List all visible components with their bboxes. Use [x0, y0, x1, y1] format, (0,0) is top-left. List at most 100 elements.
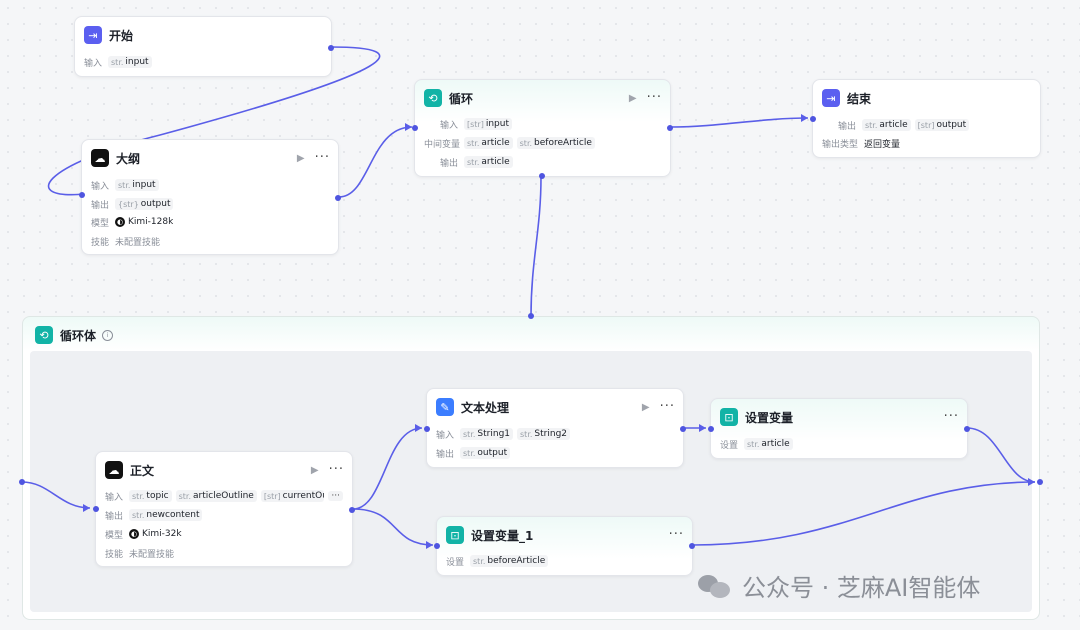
- info-icon[interactable]: i: [102, 329, 114, 341]
- node-loop[interactable]: ⟲ 循环 ▶ ··· 输入 [str] input 中间变量 str. articl…: [412, 79, 673, 179]
- input-label: 输入: [91, 181, 110, 192]
- model-name: Kimi-128k: [128, 217, 174, 227]
- output-port[interactable]: [328, 45, 334, 51]
- set-variable-icon: ⊡: [446, 526, 464, 544]
- node-title: 循环: [449, 91, 474, 106]
- param-pill: [str] input: [464, 118, 512, 130]
- output-port[interactable]: [680, 426, 686, 432]
- input-port[interactable]: [810, 116, 816, 122]
- node-body[interactable]: ☁ 正文 ▶ ··· 输入 str. topic str. articleOutli…: [93, 451, 355, 567]
- input-label: 输入: [105, 492, 124, 503]
- node-title: 结束: [847, 91, 872, 106]
- node-text-process[interactable]: ✎ 文本处理 ▶ ··· 输入 str. String1 str. String2 …: [424, 388, 686, 468]
- output-port[interactable]: [964, 426, 970, 432]
- node-title: 设置变量_1: [471, 528, 534, 543]
- model-icon: ☁: [91, 149, 109, 167]
- output-label: 输出: [105, 511, 124, 522]
- more-params-button[interactable]: ···: [328, 491, 343, 501]
- node-set-variable[interactable]: ⊡ 设置变量 ··· 设置 str. article: [708, 398, 970, 459]
- input-port[interactable]: [424, 426, 430, 432]
- output-label: 输出: [837, 121, 856, 132]
- mid-var-label: 中间变量: [424, 139, 461, 150]
- input-port[interactable]: [412, 125, 418, 131]
- run-icon[interactable]: ▶: [297, 153, 305, 164]
- more-icon[interactable]: ···: [660, 400, 675, 413]
- run-icon[interactable]: ▶: [642, 402, 650, 413]
- kimi-icon: ◐: [129, 529, 140, 539]
- node-title: 设置变量: [745, 410, 794, 425]
- skill-label: 技能: [91, 237, 110, 248]
- param-pill: str. input: [115, 179, 159, 191]
- param-pill: [str]currentOut: [260, 490, 325, 502]
- text-process-icon: ✎: [436, 398, 454, 416]
- node-title: 文本处理: [461, 400, 510, 415]
- node-start[interactable]: ⇥ 开始 输入 str. input: [74, 16, 334, 77]
- param-pill: str. articleOutline: [175, 490, 257, 502]
- input-port[interactable]: [93, 506, 99, 512]
- output-port[interactable]: [689, 543, 695, 549]
- param-pill: [str] output: [914, 119, 970, 131]
- param-pill: str. String1: [460, 428, 514, 440]
- skill-value: 未配置技能: [129, 549, 175, 560]
- node-end[interactable]: ⇥ 结束 输出 str. article [str] output 输出类型 返回变…: [810, 79, 1041, 158]
- loop-body-top-port[interactable]: [528, 313, 534, 319]
- skill-value: 未配置技能: [115, 237, 161, 248]
- output-port[interactable]: [335, 195, 341, 201]
- node-title: 正文: [130, 463, 155, 478]
- set-label: 设置: [720, 440, 739, 451]
- skill-label: 技能: [105, 549, 124, 560]
- output-port[interactable]: [667, 125, 673, 131]
- model-label: 模型: [105, 530, 124, 541]
- node-title: 开始: [109, 28, 134, 43]
- param-pill: str. article: [744, 438, 793, 450]
- more-icon[interactable]: ···: [647, 91, 662, 104]
- param-pill: str. newcontent: [129, 509, 203, 521]
- output-port[interactable]: [349, 507, 355, 513]
- more-icon[interactable]: ···: [329, 463, 344, 476]
- param-pill: str. article: [464, 137, 513, 149]
- loop-body-entry-port[interactable]: [19, 479, 25, 485]
- param-pill: str. String2: [517, 428, 571, 440]
- input-port[interactable]: [708, 426, 714, 432]
- param-pill: str. article: [464, 156, 513, 168]
- model-icon: ☁: [105, 461, 123, 479]
- node-title: 大纲: [116, 151, 141, 166]
- output-label: 输出: [91, 200, 110, 211]
- wechat-icon: [698, 573, 732, 599]
- input-port[interactable]: [79, 192, 85, 198]
- node-outline[interactable]: ☁ 大纲 ▶ ··· 输入 str. input 输出 {str} output 模…: [79, 139, 341, 255]
- output-type-value: 返回变量: [864, 139, 901, 150]
- model-label: 模型: [91, 218, 110, 229]
- loop-body-port[interactable]: [539, 173, 545, 179]
- run-icon[interactable]: ▶: [311, 465, 319, 476]
- more-icon[interactable]: ···: [315, 151, 330, 164]
- enter-icon: ⇥: [84, 26, 102, 44]
- node-set-variable-1[interactable]: ⊡ 设置变量_1 ··· 设置 str. beforeArticle: [434, 516, 695, 576]
- watermark: 公众号 · 芝麻AI智能体: [698, 568, 980, 603]
- param-pill: str. input: [108, 56, 152, 68]
- more-icon[interactable]: ···: [944, 410, 959, 423]
- kimi-icon: ◐: [115, 217, 126, 227]
- loop-icon: ⟲: [424, 89, 442, 107]
- param-pill: str. topic: [129, 490, 172, 502]
- loop-body-exit-port[interactable]: [1037, 479, 1043, 485]
- exit-icon: ⇥: [822, 89, 840, 107]
- set-variable-icon: ⊡: [720, 408, 738, 426]
- output-label: 输出: [436, 449, 455, 460]
- watermark-text: 公众号 · 芝麻AI智能体: [742, 574, 981, 602]
- output-type-label: 输出类型: [822, 139, 859, 150]
- param-pill: str. beforeArticle: [516, 137, 595, 149]
- input-label: 输入: [439, 120, 458, 131]
- input-port[interactable]: [434, 543, 440, 549]
- run-icon[interactable]: ▶: [629, 93, 637, 104]
- loop-icon: ⟲: [35, 326, 53, 344]
- output-label: 输出: [439, 158, 458, 169]
- set-label: 设置: [446, 557, 465, 568]
- input-label: 输入: [84, 58, 103, 69]
- param-pill: str. output: [460, 447, 511, 459]
- param-pill: str. beforeArticle: [470, 555, 549, 567]
- more-icon[interactable]: ···: [669, 528, 684, 541]
- input-label: 输入: [436, 430, 455, 441]
- param-pill: {str} output: [115, 198, 174, 210]
- model-name: Kimi-32k: [142, 529, 182, 539]
